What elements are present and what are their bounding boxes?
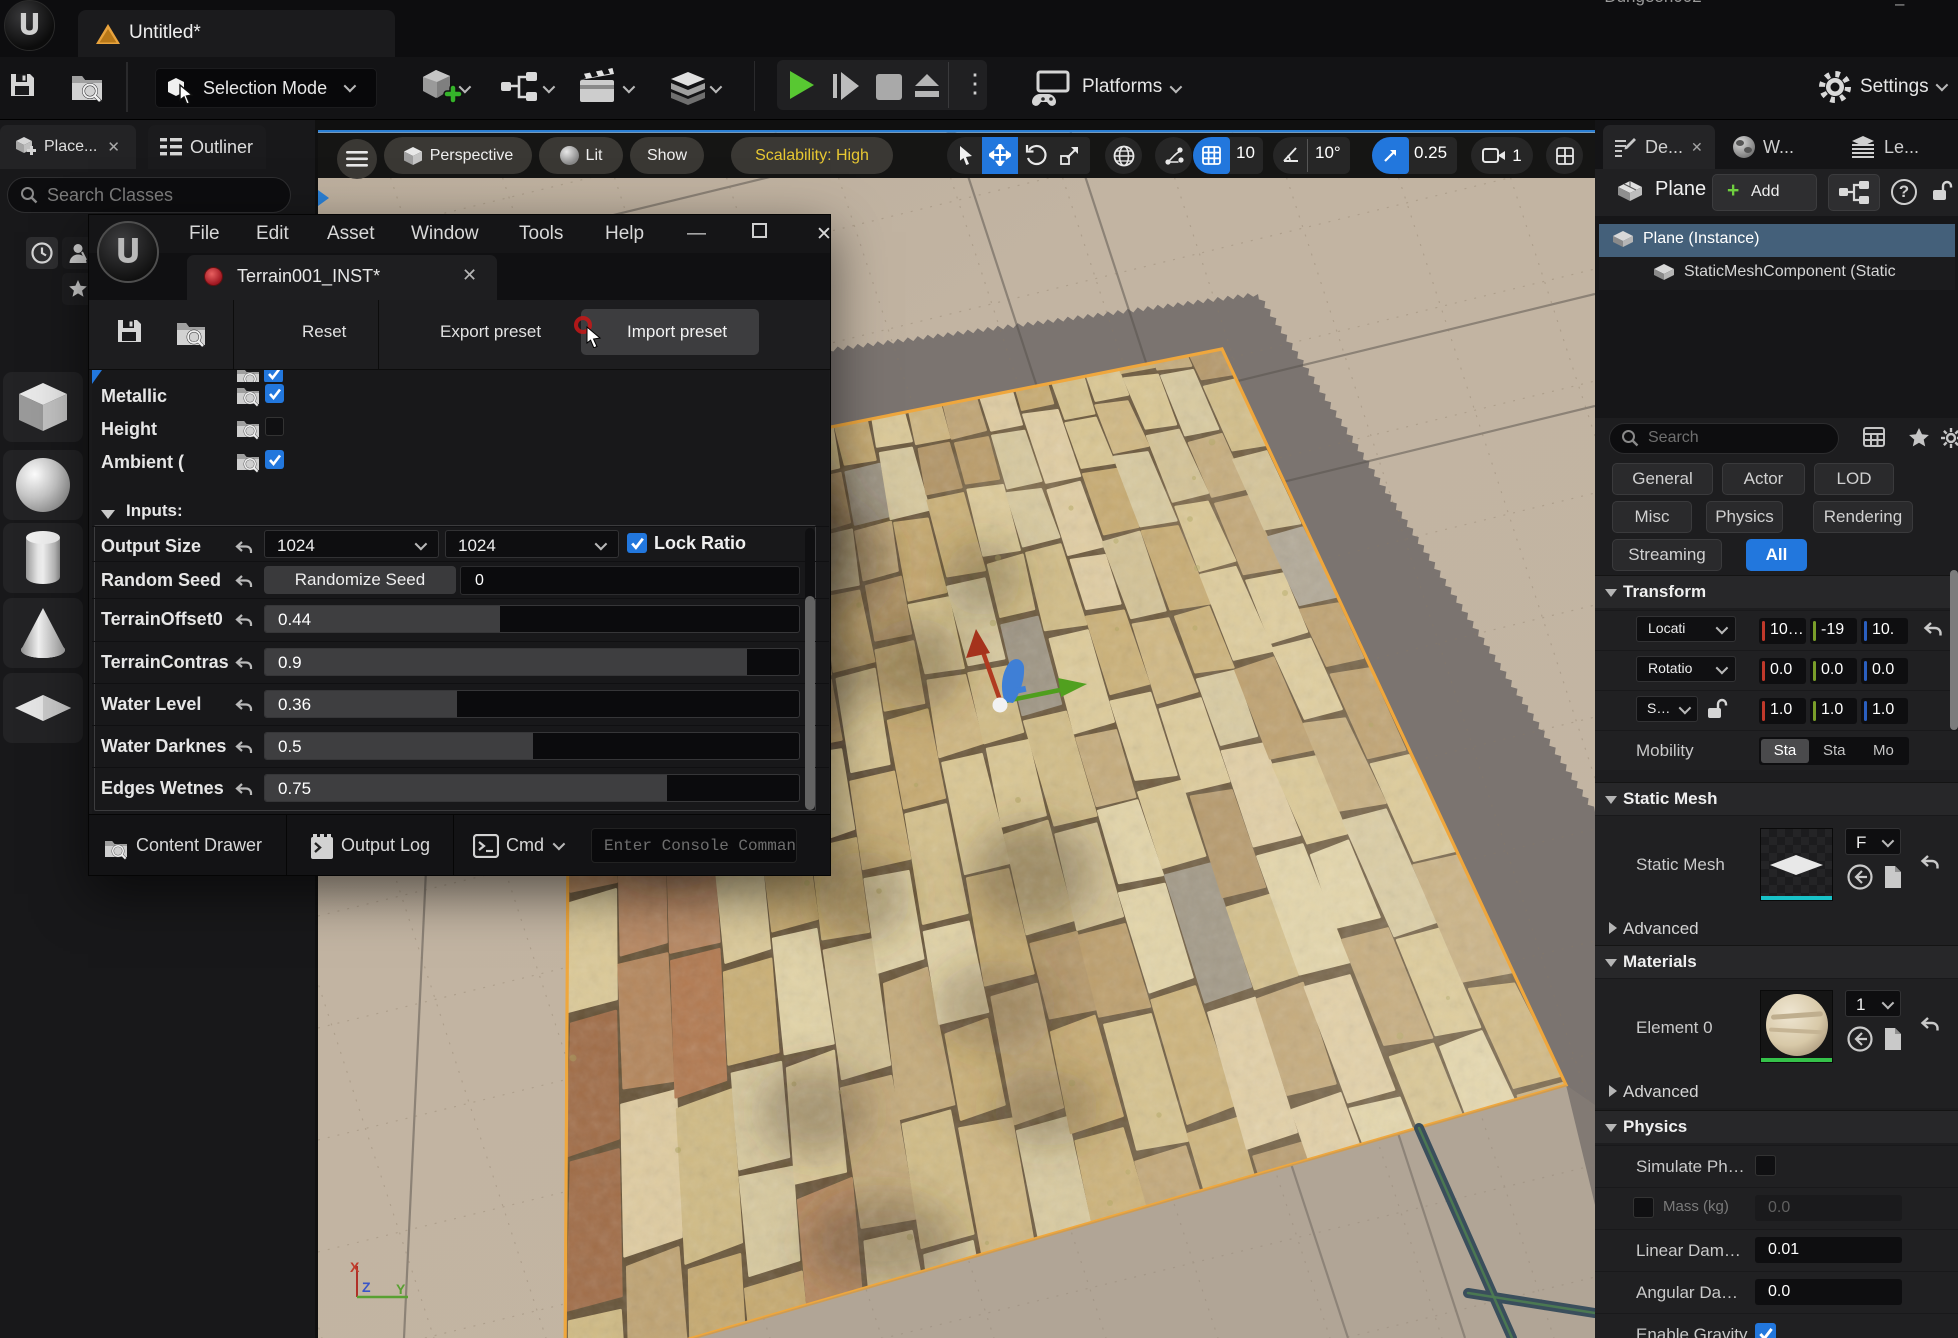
svg-text:Y: Y xyxy=(396,1281,406,1297)
svg-text:Z: Z xyxy=(362,1279,371,1295)
svg-text:X: X xyxy=(350,1259,360,1275)
